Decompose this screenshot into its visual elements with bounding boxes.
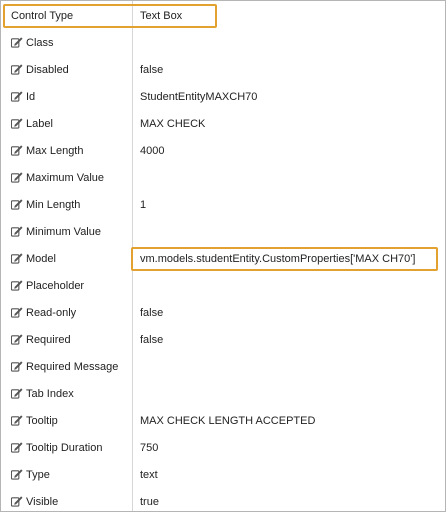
property-label-disabled: Disabled — [11, 57, 69, 84]
property-label-class: Class — [11, 30, 54, 57]
property-value-max-length[interactable]: 4000 — [140, 138, 164, 165]
edit-icon[interactable] — [11, 144, 23, 156]
property-label-text: Max Length — [26, 145, 84, 157]
property-value-required[interactable]: false — [140, 327, 163, 354]
property-label-text: Read-only — [26, 307, 77, 319]
property-label-model: Model — [11, 246, 56, 273]
property-row-placeholder[interactable]: Placeholder — [1, 273, 445, 300]
property-value-label[interactable]: MAX CHECK — [140, 111, 205, 138]
control-type-highlight — [3, 4, 217, 28]
property-row-tooltip-duration[interactable]: Tooltip Duration 750 — [1, 435, 445, 462]
property-label-label: Label — [11, 111, 53, 138]
property-label-min-length: Min Length — [11, 192, 80, 219]
property-label-tooltip-duration: Tooltip Duration — [11, 435, 102, 462]
edit-icon[interactable] — [11, 171, 23, 183]
property-label-text: Maximum Value — [26, 172, 105, 184]
property-label-placeholder: Placeholder — [11, 273, 84, 300]
property-label-text: Type — [26, 469, 50, 481]
edit-icon[interactable] — [11, 198, 23, 210]
edit-icon[interactable] — [11, 495, 23, 507]
property-label-text: Label — [26, 118, 53, 130]
property-label-text: Class — [26, 37, 54, 49]
property-label-text: Required — [26, 334, 71, 346]
edit-icon[interactable] — [11, 63, 23, 75]
property-row-min-length[interactable]: Min Length 1 — [1, 192, 445, 219]
property-label-id: Id — [11, 84, 35, 111]
model-value-highlight — [131, 247, 438, 271]
property-row-disabled[interactable]: Disabled false — [1, 57, 445, 84]
property-label-required-message: Required Message — [11, 354, 118, 381]
property-label-text: Visible — [26, 496, 59, 508]
property-value-min-length[interactable]: 1 — [140, 192, 146, 219]
property-value-type[interactable]: text — [140, 462, 158, 489]
property-label-text: Required Message — [26, 361, 119, 373]
property-row-tooltip[interactable]: Tooltip MAX CHECK LENGTH ACCEPTED — [1, 408, 445, 435]
property-value-tooltip[interactable]: MAX CHECK LENGTH ACCEPTED — [140, 408, 315, 435]
edit-icon[interactable] — [11, 387, 23, 399]
property-label-text: Tab Index — [26, 388, 74, 400]
property-label-tab-index: Tab Index — [11, 381, 74, 408]
edit-icon[interactable] — [11, 468, 23, 480]
property-row-label[interactable]: Label MAX CHECK — [1, 111, 445, 138]
edit-icon[interactable] — [11, 279, 23, 291]
property-row-maximum-value[interactable]: Maximum Value — [1, 165, 445, 192]
edit-icon[interactable] — [11, 90, 23, 102]
property-row-minimum-value[interactable]: Minimum Value — [1, 219, 445, 246]
property-label-text: Id — [26, 91, 36, 103]
property-grid: Control Type Text Box Class Disabled false… — [0, 0, 446, 512]
edit-icon[interactable] — [11, 333, 23, 345]
property-label-text: Min Length — [26, 199, 81, 211]
edit-icon[interactable] — [11, 252, 23, 264]
property-value-read-only[interactable]: false — [140, 300, 163, 327]
property-label-type: Type — [11, 462, 50, 489]
edit-icon[interactable] — [11, 225, 23, 237]
property-label-tooltip: Tooltip — [11, 408, 58, 435]
property-value-disabled[interactable]: false — [140, 57, 163, 84]
property-label-text: Tooltip Duration — [26, 442, 103, 454]
edit-icon[interactable] — [11, 441, 23, 453]
property-label-max-length: Max Length — [11, 138, 83, 165]
property-row-class[interactable]: Class — [1, 30, 445, 57]
property-value-id[interactable]: StudentEntityMAXCH70 — [140, 84, 257, 111]
property-label-maximum-value: Maximum Value — [11, 165, 104, 192]
edit-icon[interactable] — [11, 117, 23, 129]
property-label-required: Required — [11, 327, 71, 354]
property-row-max-length[interactable]: Max Length 4000 — [1, 138, 445, 165]
property-row-required[interactable]: Required false — [1, 327, 445, 354]
property-label-text: Tooltip — [26, 415, 58, 427]
property-row-required-message[interactable]: Required Message — [1, 354, 445, 381]
edit-icon[interactable] — [11, 414, 23, 426]
property-label-text: Model — [26, 253, 56, 265]
edit-icon[interactable] — [11, 306, 23, 318]
property-label-text: Minimum Value — [26, 226, 101, 238]
property-row-id[interactable]: Id StudentEntityMAXCH70 — [1, 84, 445, 111]
property-label-read-only: Read-only — [11, 300, 76, 327]
edit-icon[interactable] — [11, 36, 23, 48]
edit-icon[interactable] — [11, 360, 23, 372]
property-value-tooltip-duration[interactable]: 750 — [140, 435, 158, 462]
property-label-text: Placeholder — [26, 280, 85, 292]
property-row-type[interactable]: Type text — [1, 462, 445, 489]
property-row-read-only[interactable]: Read-only false — [1, 300, 445, 327]
property-row-tab-index[interactable]: Tab Index — [1, 381, 445, 408]
property-label-text: Disabled — [26, 64, 69, 76]
property-label-minimum-value: Minimum Value — [11, 219, 101, 246]
